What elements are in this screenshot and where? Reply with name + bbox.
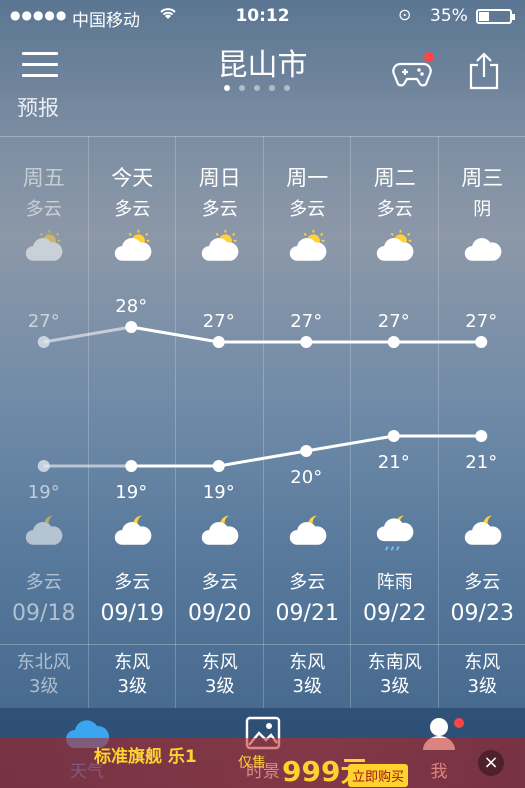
wind-direction: 东风 bbox=[114, 652, 151, 673]
wind-level: 3级 bbox=[380, 676, 410, 697]
app-header: 预报 昆山市 bbox=[0, 34, 525, 134]
high-temp-point bbox=[475, 336, 488, 348]
page-dot bbox=[239, 85, 245, 91]
partly-cloudy-moon-icon bbox=[289, 515, 326, 545]
low-temp-point bbox=[212, 460, 225, 472]
wind-info: 东风 3级 bbox=[89, 651, 177, 699]
low-temp-segment bbox=[218, 449, 307, 468]
low-temp-label: 20° bbox=[290, 467, 322, 488]
partly-cloudy-moon-icon bbox=[464, 515, 501, 545]
high-temp-point bbox=[125, 321, 138, 333]
wind-info: 东风 3级 bbox=[439, 651, 525, 699]
ad-close-icon[interactable]: × bbox=[478, 750, 504, 776]
temperature-chart: 27° 28° 27° 27° 27° 27° 19° 19° 19° 20° 21° 21° bbox=[28, 296, 497, 503]
low-temp-label: 21° bbox=[465, 452, 497, 473]
wind-direction: 东风 bbox=[201, 652, 238, 673]
low-temp-label: 19° bbox=[203, 482, 235, 503]
date-label: 09/23 bbox=[450, 601, 514, 626]
night-condition: 多云 bbox=[464, 572, 501, 593]
date-label: 09/18 bbox=[12, 601, 76, 626]
partly-cloudy-moon-icon bbox=[25, 515, 63, 545]
date-label: 09/20 bbox=[188, 601, 252, 626]
low-temp-label: 19° bbox=[115, 482, 147, 503]
date-label: 09/21 bbox=[275, 601, 339, 626]
rotation-lock-icon: ⊙ bbox=[398, 5, 412, 24]
low-temp-point bbox=[125, 460, 138, 472]
night-condition: 多云 bbox=[25, 572, 62, 593]
low-temp-point bbox=[387, 430, 400, 442]
high-temp-label: 27° bbox=[203, 311, 235, 332]
high-temp-point bbox=[387, 336, 400, 348]
wind-direction: 东风 bbox=[464, 652, 501, 673]
page-dot bbox=[269, 85, 275, 91]
partly-cloudy-moon-icon bbox=[201, 515, 239, 545]
high-temp-point bbox=[212, 336, 225, 348]
page-indicator bbox=[224, 85, 290, 91]
page-dot bbox=[254, 85, 260, 91]
high-temp-label: 28° bbox=[115, 296, 147, 317]
share-icon[interactable] bbox=[467, 52, 501, 90]
high-temp-point bbox=[37, 336, 50, 348]
low-temp-point bbox=[475, 430, 488, 442]
date-label: 09/19 bbox=[100, 601, 164, 626]
menu-label[interactable]: 预报 bbox=[17, 92, 59, 122]
high-temp-label: 27° bbox=[28, 311, 60, 332]
high-temp-label: 27° bbox=[290, 311, 322, 332]
notification-dot bbox=[454, 718, 464, 728]
high-temp-point bbox=[300, 336, 313, 348]
low-temp-point bbox=[300, 445, 313, 457]
shower-moon-icon bbox=[376, 515, 414, 551]
low-temp-point bbox=[37, 460, 50, 472]
wind-info: 东风 3级 bbox=[176, 651, 264, 699]
night-condition: 阵雨 bbox=[376, 572, 413, 593]
status-bar: ●●●●● 中国移动 10:12 ⊙ 35% bbox=[0, 0, 525, 34]
page-dot bbox=[284, 85, 290, 91]
wind-info: 东北风 3级 bbox=[0, 651, 88, 699]
notification-dot bbox=[424, 52, 434, 62]
wind-info: 东南风 3级 bbox=[351, 651, 439, 699]
battery-icon bbox=[476, 9, 515, 24]
wind-divider bbox=[0, 644, 525, 645]
city-title[interactable]: 昆山市 bbox=[0, 40, 525, 84]
wind-level: 3级 bbox=[292, 676, 322, 697]
ad-sub: 仅售 bbox=[238, 755, 266, 771]
wind-direction: 东南风 bbox=[367, 652, 422, 673]
night-condition: 多云 bbox=[114, 572, 151, 593]
low-temp-label: 19° bbox=[28, 482, 60, 503]
ad-banner[interactable]: 标准旗舰 乐1 仅售 999元 立即购买 × bbox=[0, 738, 525, 788]
ad-headline: 标准旗舰 乐1 bbox=[94, 747, 197, 767]
wind-level: 3级 bbox=[29, 676, 59, 697]
wind-info: 东风 3级 bbox=[264, 651, 352, 699]
high-temp-label: 27° bbox=[378, 311, 410, 332]
night-condition: 多云 bbox=[201, 572, 238, 593]
wind-direction: 东风 bbox=[289, 652, 326, 673]
night-condition: 多云 bbox=[289, 572, 326, 593]
wind-level: 3级 bbox=[205, 676, 235, 697]
battery-percent: 35% bbox=[430, 6, 468, 26]
wind-level: 3级 bbox=[467, 676, 497, 697]
date-label: 09/22 bbox=[363, 601, 427, 626]
ad-buy-button[interactable]: 立即购买 bbox=[348, 764, 409, 787]
wind-level: 3级 bbox=[117, 676, 147, 697]
low-temp-segment bbox=[305, 434, 395, 453]
high-temp-label: 27° bbox=[465, 311, 497, 332]
partly-cloudy-moon-icon bbox=[114, 515, 151, 545]
low-temp-label: 21° bbox=[378, 452, 410, 473]
page-dot bbox=[224, 85, 230, 91]
wind-direction: 东北风 bbox=[16, 652, 71, 673]
game-controller-icon[interactable] bbox=[392, 52, 434, 88]
